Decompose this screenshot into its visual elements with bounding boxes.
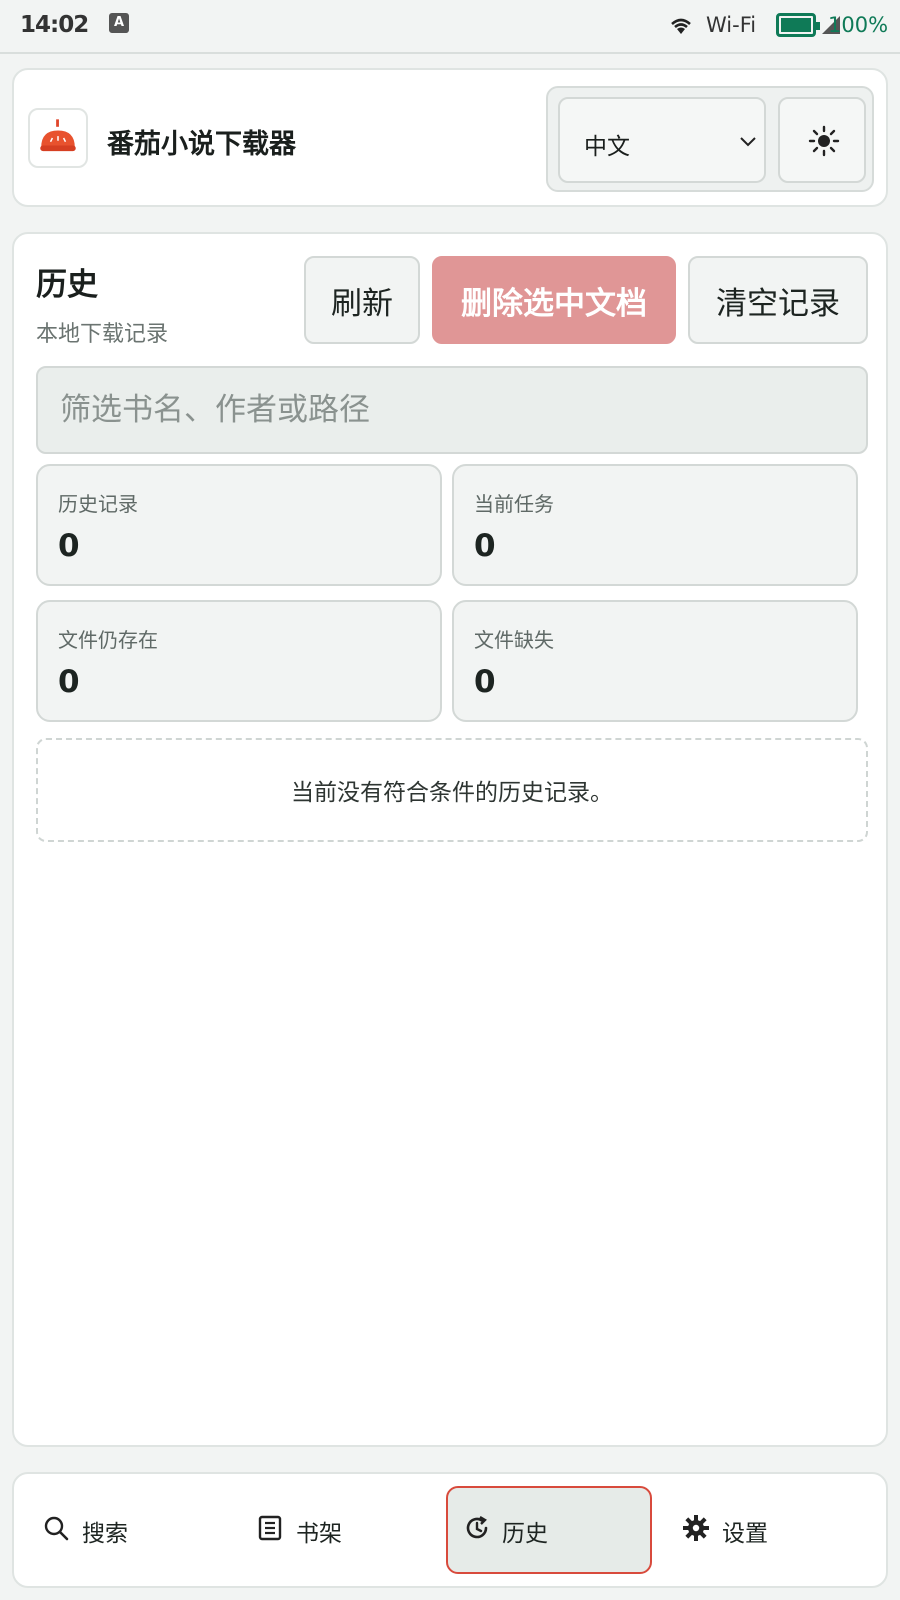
theme-toggle-button[interactable] (778, 97, 866, 183)
refresh-button[interactable]: 刷新 (304, 256, 420, 344)
nav-item-history[interactable]: 历史 (446, 1486, 652, 1574)
stat-value: 0 (58, 664, 80, 700)
stat-label: 当前任务 (474, 492, 554, 516)
page-title: 历史 (36, 267, 98, 303)
nav-item-settings[interactable]: 设置 (662, 1486, 868, 1574)
wifi-icon (671, 18, 691, 34)
status-time: 14:02 (20, 12, 89, 38)
history-panel: 历史 本地下载记录 刷新 删除选中文档 清空记录 历史记录 0 当前任务 0 文… (12, 232, 888, 1447)
battery-percent: 100% (828, 13, 889, 37)
nav-label: 设置 (722, 1521, 768, 1547)
keyboard-indicator-icon: A (109, 13, 129, 33)
app-header: 番茄小说下载器 中文 (12, 68, 888, 207)
bottom-navigation: 搜索 书架 历史 设置 (12, 1472, 888, 1588)
history-icon (466, 1515, 488, 1539)
stat-card-history: 历史记录 0 (36, 464, 442, 586)
nav-label: 书架 (296, 1521, 342, 1547)
app-title: 番茄小说下载器 (107, 129, 296, 160)
stat-value: 0 (474, 664, 496, 700)
delete-selected-button[interactable]: 删除选中文档 (432, 256, 676, 344)
page-subtitle: 本地下载记录 (36, 322, 169, 347)
nav-label: 历史 (502, 1521, 548, 1547)
search-icon (44, 1516, 69, 1541)
sun-icon (808, 125, 840, 157)
stat-card-files-exist: 文件仍存在 0 (36, 600, 442, 722)
stat-label: 历史记录 (58, 492, 138, 516)
tomato-logo-icon (28, 108, 88, 168)
nav-item-search[interactable]: 搜索 (22, 1486, 228, 1574)
stat-label: 文件缺失 (474, 628, 554, 652)
bookshelf-icon (258, 1515, 282, 1541)
nav-item-bookshelf[interactable]: 书架 (236, 1486, 442, 1574)
stat-value: 0 (58, 528, 80, 564)
header-controls: 中文 (546, 86, 874, 192)
language-select[interactable]: 中文 (558, 97, 766, 183)
empty-state-message: 当前没有符合条件的历史记录。 (36, 738, 868, 842)
battery-icon (776, 13, 820, 37)
stat-card-current-tasks: 当前任务 0 (452, 464, 858, 586)
gear-icon (683, 1515, 709, 1541)
stat-label: 文件仍存在 (58, 628, 158, 652)
stat-card-files-missing: 文件缺失 0 (452, 600, 858, 722)
filter-input[interactable] (36, 366, 868, 454)
status-bar: 14:02 A Wi-Fi 100% (0, 0, 900, 54)
chevron-down-icon (740, 137, 756, 147)
nav-label: 搜索 (82, 1521, 128, 1547)
stat-value: 0 (474, 528, 496, 564)
language-select-value: 中文 (584, 134, 630, 160)
clear-history-button[interactable]: 清空记录 (688, 256, 868, 344)
wifi-label: Wi-Fi (706, 13, 757, 37)
